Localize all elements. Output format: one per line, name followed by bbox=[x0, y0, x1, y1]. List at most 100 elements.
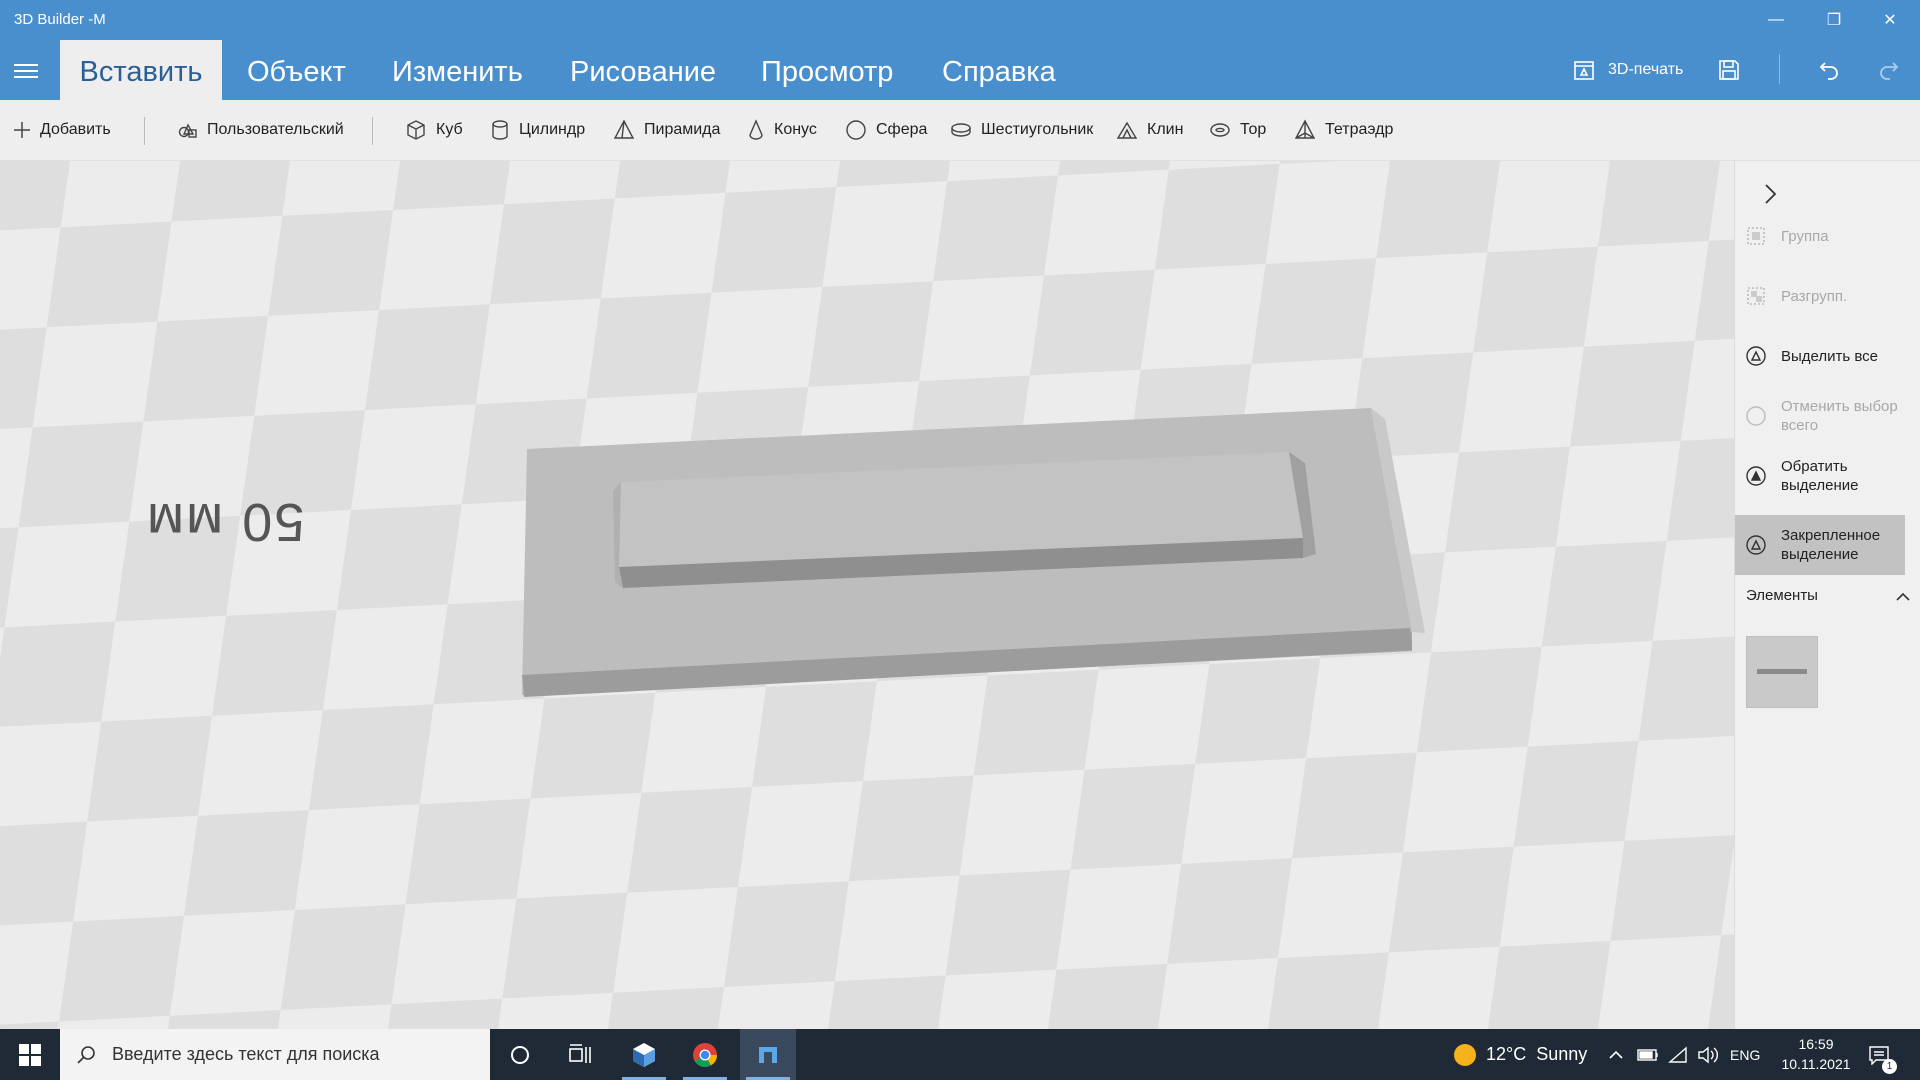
invert-selection-button[interactable]: Обратить выделение bbox=[1745, 448, 1911, 504]
element-thumbnail[interactable] bbox=[1746, 636, 1818, 708]
clock-date: 10.11.2021 bbox=[1781, 1056, 1851, 1072]
toolbar-separator bbox=[1779, 54, 1780, 84]
ribbon-separator bbox=[144, 117, 145, 145]
chevron-right-icon bbox=[1765, 184, 1777, 204]
3d-builder-app-icon bbox=[633, 1042, 655, 1067]
hexagon-icon bbox=[951, 123, 971, 137]
tab-view[interactable]: Просмотр bbox=[761, 40, 893, 100]
shape-tetrahedron-button[interactable]: Тетраэдр bbox=[1294, 100, 1393, 160]
cone-label: Конус bbox=[774, 121, 817, 138]
tab-insert[interactable]: Вставить bbox=[60, 40, 222, 100]
select-all-icon bbox=[1745, 345, 1767, 367]
sticky-selection-button[interactable]: Закрепленное выделение bbox=[1735, 515, 1905, 575]
group-label: Группа bbox=[1781, 227, 1829, 245]
shape-torus-button[interactable]: Тор bbox=[1209, 100, 1266, 160]
minimize-button[interactable]: — bbox=[1748, 0, 1804, 40]
select-all-label: Выделить все bbox=[1781, 347, 1879, 365]
deselect-all-icon bbox=[1745, 405, 1767, 427]
tab-object[interactable]: Объект bbox=[247, 40, 346, 100]
print-3d-icon bbox=[1574, 61, 1594, 80]
window-title: 3D Builder -M bbox=[14, 11, 106, 28]
language-indicator[interactable]: ENG bbox=[1730, 1029, 1760, 1080]
notification-count: 1 bbox=[1882, 1059, 1897, 1074]
add-button[interactable]: Добавить bbox=[13, 100, 111, 160]
taskbar-search[interactable]: Введите здесь текст для поиска bbox=[60, 1029, 490, 1080]
chevron-up-icon bbox=[1896, 592, 1910, 601]
volume-button[interactable] bbox=[1697, 1029, 1719, 1080]
collapse-panel-button[interactable] bbox=[1763, 183, 1777, 210]
chevron-up-icon bbox=[1609, 1050, 1623, 1059]
shape-cylinder-button[interactable]: Цилиндр bbox=[490, 100, 585, 160]
cortana-button[interactable] bbox=[492, 1029, 548, 1080]
3d-builder-window-icon bbox=[759, 1046, 777, 1063]
clock-time: 16:59 bbox=[1798, 1036, 1834, 1052]
selection-panel: Группа Разгрупп. Выделить все Отменить в… bbox=[1734, 161, 1920, 1029]
add-label: Добавить bbox=[40, 121, 111, 138]
close-icon: ✕ bbox=[1883, 12, 1897, 29]
ungroup-button[interactable]: Разгрупп. bbox=[1745, 268, 1911, 324]
shape-pyramid-button[interactable]: Пирамида bbox=[613, 100, 720, 160]
tetrahedron-label: Тетраэдр bbox=[1325, 121, 1394, 138]
taskbar-app-chrome[interactable] bbox=[677, 1029, 733, 1080]
group-icon bbox=[1745, 225, 1767, 247]
group-button[interactable]: Группа bbox=[1745, 208, 1911, 264]
print-3d-button[interactable]: 3D-печать bbox=[1572, 40, 1683, 100]
weather-widget[interactable]: 12°C Sunny bbox=[1454, 1029, 1587, 1080]
tab-edit[interactable]: Изменить bbox=[392, 40, 523, 100]
weather-temperature: 12°C bbox=[1486, 1044, 1527, 1064]
select-all-button[interactable]: Выделить все bbox=[1745, 328, 1911, 384]
undo-button[interactable] bbox=[1817, 40, 1841, 100]
tab-help[interactable]: Справка bbox=[942, 40, 1056, 100]
print-3d-label: 3D-печать bbox=[1608, 61, 1684, 78]
save-button[interactable] bbox=[1717, 40, 1741, 100]
network-button[interactable] bbox=[1668, 1029, 1688, 1080]
title-bar: 3D Builder -M — ❐ ✕ bbox=[0, 0, 1920, 40]
show-hidden-icons-button[interactable] bbox=[1608, 1029, 1624, 1080]
close-button[interactable]: ✕ bbox=[1862, 0, 1918, 40]
custom-shape-button[interactable]: Пользовательский bbox=[178, 100, 344, 160]
invert-selection-icon bbox=[1745, 465, 1767, 487]
torus-icon bbox=[1210, 123, 1230, 137]
thumbnail-model bbox=[1757, 669, 1807, 674]
shape-cone-button[interactable]: Конус bbox=[747, 100, 817, 160]
ungroup-icon bbox=[1745, 285, 1767, 307]
shape-cube-button[interactable]: Куб bbox=[405, 100, 463, 160]
redo-button[interactable] bbox=[1877, 40, 1901, 100]
restore-icon: ❐ bbox=[1826, 12, 1842, 29]
minimize-icon: — bbox=[1768, 11, 1784, 28]
shape-wedge-button[interactable]: Клин bbox=[1116, 100, 1183, 160]
taskbar-app-3dbuilder-shortcut[interactable] bbox=[616, 1029, 672, 1080]
redo-icon bbox=[1880, 62, 1899, 80]
search-placeholder: Введите здесь текст для поиска bbox=[112, 1044, 380, 1064]
weather-description: Sunny bbox=[1536, 1044, 1588, 1064]
ribbon-separator bbox=[372, 117, 373, 145]
cube-icon bbox=[407, 120, 425, 140]
shape-hexagon-button[interactable]: Шестиугольник bbox=[950, 100, 1093, 160]
restore-button[interactable]: ❐ bbox=[1806, 0, 1862, 40]
3d-model[interactable] bbox=[522, 408, 1425, 697]
torus-label: Тор bbox=[1240, 121, 1267, 138]
hamburger-menu-icon[interactable] bbox=[14, 60, 38, 80]
search-icon bbox=[77, 1045, 95, 1064]
shape-sphere-button[interactable]: Сфера bbox=[845, 100, 927, 160]
battery-icon bbox=[1637, 1048, 1658, 1061]
deselect-all-button[interactable]: Отменить выбор всего bbox=[1745, 388, 1911, 444]
3d-viewport[interactable]: 50 мм bbox=[0, 161, 1734, 1029]
notification-center-button[interactable]: 1 bbox=[1868, 1029, 1897, 1080]
tab-paint[interactable]: Рисование bbox=[570, 40, 716, 100]
deselect-all-label: Отменить выбор всего bbox=[1781, 398, 1898, 434]
start-button[interactable] bbox=[2, 1029, 58, 1080]
task-view-button[interactable] bbox=[552, 1029, 608, 1080]
windows-logo-icon bbox=[19, 1043, 41, 1066]
sphere-icon bbox=[846, 120, 866, 140]
taskbar-app-3dbuilder[interactable] bbox=[740, 1029, 796, 1080]
custom-shape-icon bbox=[178, 123, 197, 138]
custom-shape-label: Пользовательский bbox=[207, 121, 344, 138]
wedge-icon bbox=[1116, 121, 1138, 139]
battery-button[interactable] bbox=[1637, 1029, 1659, 1080]
clock[interactable]: 16:59 10.11.2021 bbox=[1776, 1034, 1856, 1074]
collapse-elements-button[interactable] bbox=[1895, 589, 1911, 607]
undo-icon bbox=[1819, 62, 1838, 80]
cube-label: Куб bbox=[436, 121, 463, 138]
invert-selection-label: Обратить выделение bbox=[1781, 458, 1859, 494]
